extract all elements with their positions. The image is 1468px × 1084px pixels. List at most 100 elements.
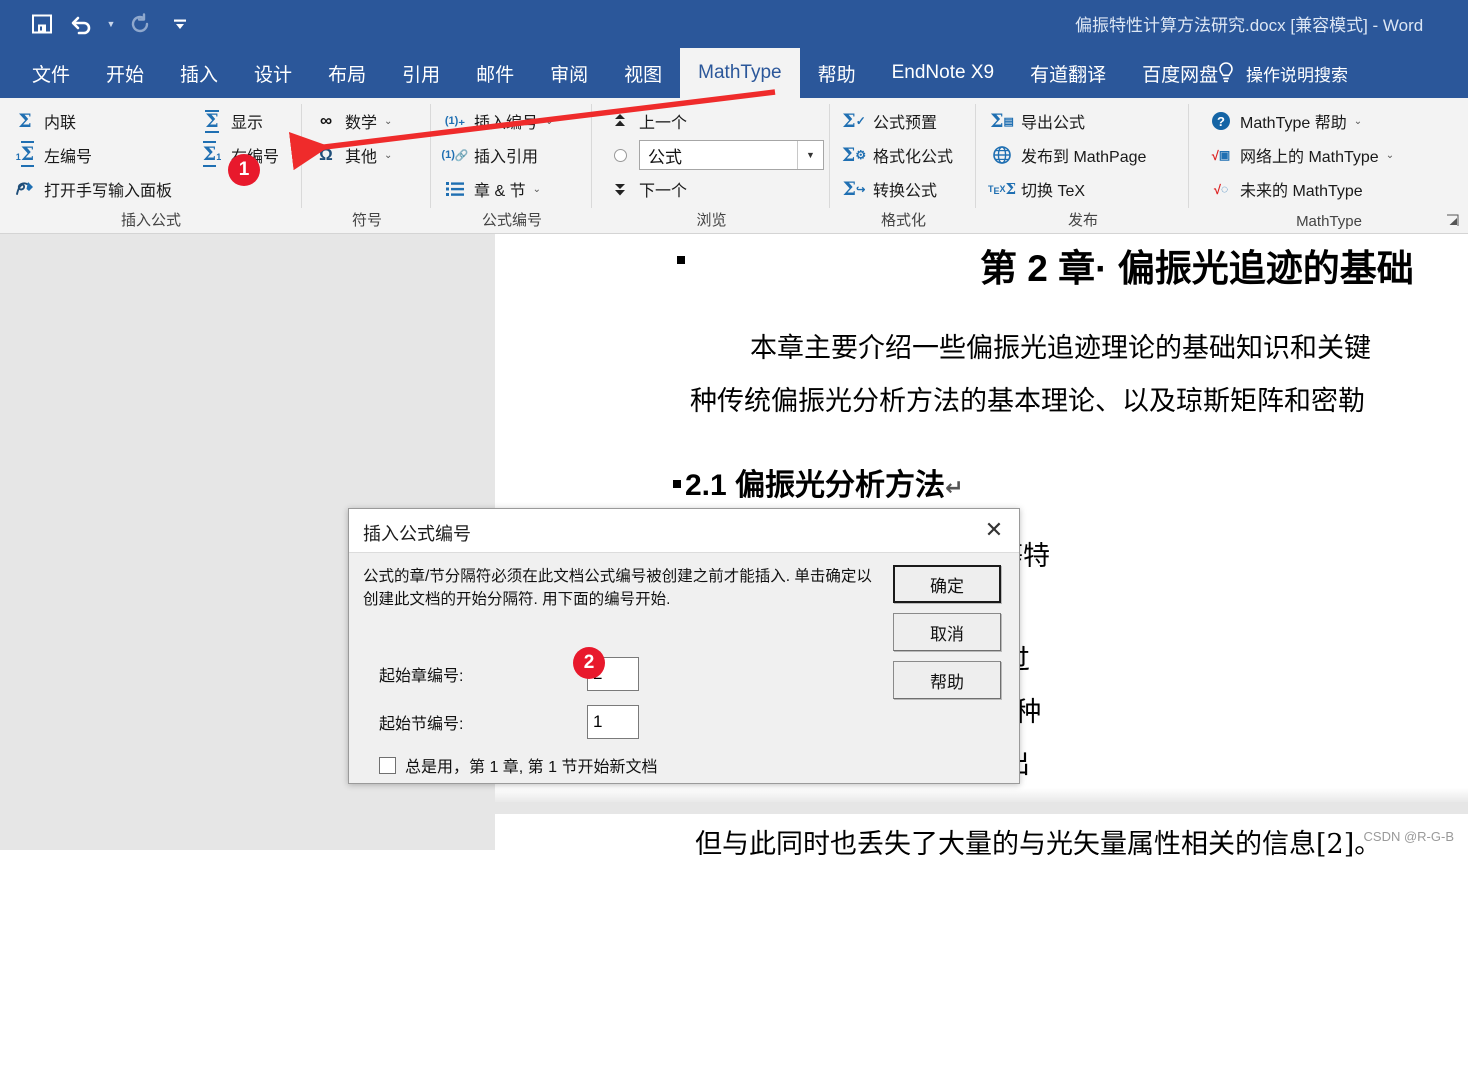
ribbon-group-label: 符号 — [303, 209, 431, 230]
tab-endnote-x9[interactable]: EndNote X9 — [874, 48, 1012, 98]
sigma-preset-icon: Σ✓ — [841, 109, 867, 133]
watermark: CSDN @R-G-B — [1364, 829, 1454, 844]
section-number-input[interactable]: 1 — [587, 705, 639, 739]
ribbon-item-future-mathtype[interactable]: √◌ 未来的 MathType — [1204, 172, 1398, 206]
ribbon-item-label: 格式化公式 — [873, 143, 953, 167]
quick-access-toolbar: ▼ — [22, 6, 200, 42]
next-icon — [607, 177, 633, 201]
ribbon-item-chapter-section[interactable]: 章 & 节 ⌄ — [438, 172, 557, 206]
tab-design[interactable]: 设计 — [236, 48, 310, 98]
browse-combo[interactable]: 公式 ▼ — [639, 140, 824, 170]
ribbon-item-display[interactable]: Σ 显示 — [195, 104, 283, 138]
browse-combo-value: 公式 — [648, 143, 682, 168]
tab-file[interactable]: 文件 — [14, 48, 88, 98]
ribbon-item-browse-target[interactable]: 公式 ▼ — [603, 138, 828, 172]
ribbon-item-other-symbols[interactable]: Ω 其他 ⌄ — [309, 138, 396, 172]
save-icon[interactable] — [22, 6, 62, 42]
tab-insert[interactable]: 插入 — [162, 48, 236, 98]
chevron-down-icon[interactable]: ⌄ — [1386, 150, 1394, 161]
lightbulb-icon — [1216, 61, 1236, 85]
chevron-down-icon[interactable]: ⌄ — [1354, 116, 1362, 127]
title-bar: ▼ 偏振特性计算方法研究.docx [兼容模式] - Word — [0, 0, 1468, 48]
ribbon-item-insert-number[interactable]: (1)₊ 插入编号 ⌄ — [438, 104, 557, 138]
always-start-checkbox[interactable] — [379, 757, 396, 774]
document-paragraph-line-2: 种传统偏振光分析方法的基本理论、以及琼斯矩阵和密勒 — [690, 379, 1365, 418]
group3-column-1: (1)₊ 插入编号 ⌄ (1)🔗 插入引用 — [438, 104, 557, 206]
tab-mailings[interactable]: 邮件 — [458, 48, 532, 98]
document-page-2[interactable]: 但与此同时也丢失了大量的与光矢量属性相关的信息[2]。 — [495, 814, 1468, 1084]
tex-icon: TEXΣ — [989, 177, 1015, 201]
sigma-left-number-icon: 1Σ — [12, 143, 38, 167]
help-question-icon: ? — [1208, 109, 1234, 133]
tab-home[interactable]: 开始 — [88, 48, 162, 98]
ribbon-group-label: 发布 — [977, 209, 1189, 230]
window-title: 偏振特性计算方法研究.docx [兼容模式] - Word — [1075, 11, 1468, 36]
tell-me-search[interactable]: 操作说明搜索 — [1216, 48, 1348, 98]
page-bottom-shadow — [495, 788, 1468, 802]
undo-dropdown-icon[interactable]: ▼ — [102, 6, 120, 42]
tab-mathtype[interactable]: MathType — [680, 48, 799, 98]
globe-icon — [989, 143, 1015, 167]
customize-quick-access-icon[interactable] — [160, 6, 200, 42]
ribbon-item-insert-reference[interactable]: (1)🔗 插入引用 — [438, 138, 557, 172]
ribbon-item-label: 左编号 — [44, 143, 92, 167]
close-icon[interactable]: ✕ — [975, 513, 1013, 547]
chevron-down-icon[interactable]: ⌄ — [545, 116, 553, 127]
ribbon-item-label: 网络上的 MathType — [1240, 143, 1379, 167]
always-start-new-document-row[interactable]: 总是用，第 1 章, 第 1 节开始新文档 — [379, 753, 657, 777]
ribbon-item-handwriting-panel[interactable]: 打开手写输入面板 — [8, 172, 176, 206]
ok-button[interactable]: 确定 — [893, 565, 1001, 603]
tab-references[interactable]: 引用 — [384, 48, 458, 98]
ribbon-item-equation-preferences[interactable]: Σ✓ 公式预置 — [837, 104, 957, 138]
chevron-down-icon[interactable]: ▼ — [797, 141, 823, 169]
chevron-down-icon[interactable]: ⌄ — [384, 116, 392, 127]
sigma-convert-icon: Σ↪ — [841, 177, 867, 201]
undo-icon[interactable] — [62, 6, 102, 42]
tab-help[interactable]: 帮助 — [800, 48, 874, 98]
annotation-badge-1: 1 — [228, 154, 260, 186]
ribbon-item-left-numbered[interactable]: 1Σ 左编号 — [8, 138, 176, 172]
browse-target-radio-icon — [607, 143, 633, 167]
tab-youdao[interactable]: 有道翻译 — [1012, 48, 1124, 98]
ribbon-item-export-equations[interactable]: Σ▤ 导出公式 — [985, 104, 1150, 138]
ribbon-item-math-symbols[interactable]: ∞ 数学 ⌄ — [309, 104, 396, 138]
dialog-description: 公式的章/节分隔符必须在此文档公式编号被创建之前才能插入. 单击确定以创建此文档… — [363, 565, 883, 612]
ribbon-item-label: 上一个 — [639, 109, 687, 133]
sigma-right-number-icon: Σ1 — [199, 143, 225, 167]
ribbon-item-mathtype-on-web[interactable]: √▣ 网络上的 MathType ⌄ — [1204, 138, 1398, 172]
chevron-down-icon[interactable]: ⌄ — [384, 150, 392, 161]
ribbon-item-previous[interactable]: 上一个 — [603, 104, 828, 138]
ribbon-item-label: 章 & 节 — [474, 177, 526, 201]
help-button[interactable]: 帮助 — [893, 661, 1001, 699]
insert-equation-number-dialog[interactable]: 插入公式编号 ✕ 公式的章/节分隔符必须在此文档公式编号被创建之前才能插入. 单… — [348, 508, 1020, 784]
group1-column-1: Σ 内联 1Σ 左编号 打开手写输入面板 — [8, 104, 176, 206]
ribbon-item-next[interactable]: 下一个 — [603, 172, 828, 206]
ribbon-item-publish-mathpage[interactable]: 发布到 MathPage — [985, 138, 1150, 172]
ribbon-item-mathtype-help[interactable]: ? MathType 帮助 ⌄ — [1204, 104, 1398, 138]
ribbon-item-label: 插入编号 — [474, 109, 538, 133]
ribbon-group-browse: 上一个 公式 ▼ 下一个 — [593, 98, 830, 234]
infinity-icon: ∞ — [313, 109, 339, 133]
dialog-launcher-icon[interactable] — [1446, 214, 1460, 228]
omega-icon: Ω — [313, 143, 339, 167]
ribbon-item-format-equations[interactable]: Σ⚙ 格式化公式 — [837, 138, 957, 172]
ribbon-item-label: 显示 — [231, 109, 263, 133]
ribbon-item-inline[interactable]: Σ 内联 — [8, 104, 176, 138]
tab-review[interactable]: 审阅 — [532, 48, 606, 98]
insert-number-icon: (1)₊ — [442, 109, 468, 133]
ribbon-tabs: 文件 开始 插入 设计 布局 引用 邮件 审阅 视图 MathType 帮助 E… — [14, 48, 1236, 98]
chevron-down-icon[interactable]: ⌄ — [533, 184, 541, 195]
dialog-title-bar: 插入公式编号 ✕ — [349, 509, 1019, 553]
ribbon-group-label: MathType — [1190, 213, 1468, 230]
ribbon-item-label: 导出公式 — [1021, 109, 1085, 133]
cancel-button[interactable]: 取消 — [893, 613, 1001, 651]
paragraph-mark-bullet — [673, 480, 681, 488]
redo-icon[interactable] — [120, 6, 160, 42]
tab-view[interactable]: 视图 — [606, 48, 680, 98]
ribbon-item-convert-equations[interactable]: Σ↪ 转换公式 — [837, 172, 957, 206]
ribbon-item-toggle-tex[interactable]: TEXΣ 切换 TeX — [985, 172, 1150, 206]
tab-layout[interactable]: 布局 — [310, 48, 384, 98]
ribbon-tab-strip: 文件 开始 插入 设计 布局 引用 邮件 审阅 视图 MathType 帮助 E… — [0, 48, 1468, 98]
ribbon-item-label: 内联 — [44, 109, 76, 133]
ribbon-group-label: 浏览 — [593, 209, 830, 230]
